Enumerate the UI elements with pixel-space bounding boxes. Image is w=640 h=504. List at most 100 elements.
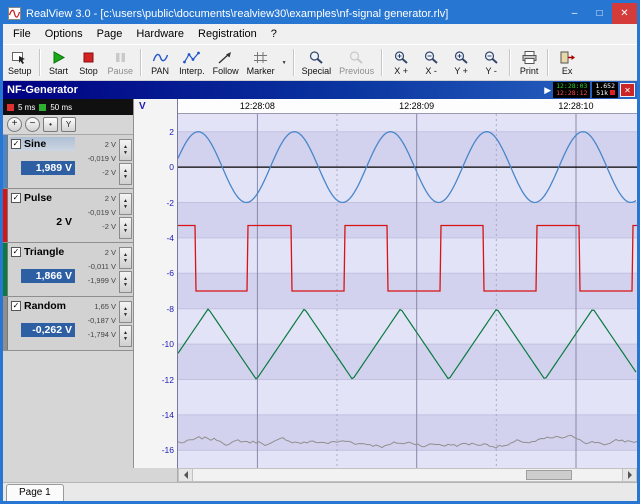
channel-checkbox[interactable]: ✓ [11, 301, 21, 311]
channel-value[interactable]: 1,866 V [21, 269, 75, 283]
toolbar-label: Pause [108, 66, 134, 76]
title-bar[interactable]: RealView 3.0 - [c:\users\public\document… [3, 3, 637, 24]
y-zoom-in-button[interactable]: Y + [446, 46, 476, 79]
marker-dropdown-button[interactable]: ▼ [279, 46, 290, 79]
chart-area: 12:28:0812:28:0912:28:10 [178, 99, 637, 468]
channel-row-sine[interactable]: ✓ Sine 1,989 V 2 V -0,019 V -2 V [3, 135, 133, 189]
play-icon[interactable]: ▶ [544, 86, 551, 95]
y-scale-button[interactable]: Y [61, 117, 76, 132]
scroll-right-button[interactable] [622, 469, 636, 481]
menu-file[interactable]: File [6, 26, 38, 42]
channel-name: Triangle [24, 246, 64, 258]
menu-page[interactable]: Page [90, 26, 130, 42]
tab-page-1[interactable]: Page 1 [6, 484, 64, 501]
toolbar-label: Special [302, 66, 332, 76]
zoom-in-button[interactable]: + [7, 117, 22, 132]
y-tick-label: -16 [162, 445, 174, 455]
special-button[interactable]: Special [298, 46, 336, 79]
spin-down-icon: ▼ [123, 228, 128, 234]
channel-checkbox[interactable]: ✓ [11, 193, 21, 203]
channel-range-values: 2 V -0,011 V -1,999 V [76, 243, 118, 296]
print-button[interactable]: Print [514, 46, 544, 79]
channel-row-random[interactable]: ✓ Random -0,262 V 1,65 V -0,187 V -1,794… [3, 297, 133, 351]
spin-fine-button[interactable]: ▲▼ [119, 271, 132, 293]
y-tick-label: 2 [169, 127, 174, 137]
exit-button[interactable]: Ex [552, 46, 582, 79]
zoom-out-button[interactable]: − [25, 117, 40, 132]
spin-coarse-button[interactable]: ▲▼ [119, 139, 132, 161]
channel-value[interactable]: -0,262 V [21, 323, 75, 337]
setup-button[interactable]: Setup [4, 46, 36, 79]
menu-hardware[interactable]: Hardware [129, 26, 191, 42]
toolbar-label: Y + [454, 66, 468, 76]
channel-checkbox[interactable]: ✓ [11, 247, 21, 257]
channel-spinner: ▲▼ ▲▼ [118, 135, 133, 188]
pause-icon [112, 50, 129, 65]
minimize-button[interactable]: – [562, 3, 587, 24]
panel-body: 5 ms 50 ms + − • Y ✓ [3, 99, 637, 468]
channel-mid-value: -0,011 V [76, 260, 116, 274]
bottom-row [3, 468, 637, 482]
arrow-left-icon [184, 471, 188, 479]
waveform-plot[interactable] [178, 114, 637, 468]
cursor-button[interactable]: • [43, 117, 58, 132]
channel-row-triangle[interactable]: ✓ Triangle 1,866 V 2 V -0,011 V -1,999 V [3, 243, 133, 297]
menu-options[interactable]: Options [38, 26, 90, 42]
spin-down-icon: ▼ [123, 204, 128, 210]
y-tick-label: -10 [162, 339, 174, 349]
spin-down-icon: ▼ [123, 258, 128, 264]
x-zoom-out-button[interactable]: X - [416, 46, 446, 79]
pan-button[interactable]: PAN [145, 46, 175, 79]
setup-icon [11, 50, 28, 65]
spin-coarse-button[interactable]: ▲▼ [119, 301, 132, 323]
toolbar-label: Previous [339, 66, 374, 76]
toolbar-label: Follow [213, 66, 239, 76]
panel-close-button[interactable]: ✕ [620, 83, 635, 97]
spin-coarse-button[interactable]: ▲▼ [119, 247, 132, 269]
close-button[interactable]: ✕ [612, 3, 637, 24]
spin-fine-button[interactable]: ▲▼ [119, 325, 132, 347]
follow-button[interactable]: Follow [209, 46, 243, 79]
minimize-icon: – [572, 8, 578, 19]
scrollbar-corner [3, 468, 178, 482]
maximize-button[interactable]: □ [587, 3, 612, 24]
previous-button[interactable]: Previous [335, 46, 378, 79]
timebase-fast-label: 5 ms [18, 103, 35, 112]
toolbar-separator [293, 49, 295, 76]
stop-button[interactable]: Stop [74, 46, 104, 79]
app-icon [8, 7, 21, 20]
menu-registration[interactable]: Registration [191, 26, 264, 42]
scrollbar-thumb[interactable] [526, 470, 572, 480]
scroll-left-button[interactable] [179, 469, 193, 481]
spin-down-icon: ▼ [123, 282, 128, 288]
check-icon: ✓ [13, 247, 20, 256]
toolbar-label: Ex [562, 66, 573, 76]
channel-header: ✓ Random [10, 299, 75, 313]
marker-button[interactable]: Marker [243, 46, 279, 79]
channel-range-values: 2 V -0,019 V -2 V [76, 189, 118, 242]
channel-row-pulse[interactable]: ✓ Pulse 2 V 2 V -0,019 V -2 V [3, 189, 133, 243]
spin-fine-button[interactable]: ▲▼ [119, 217, 132, 239]
spin-coarse-button[interactable]: ▲▼ [119, 193, 132, 215]
start-button[interactable]: Start [44, 46, 74, 79]
channel-mid-value: -0,187 V [76, 314, 116, 328]
channel-value[interactable]: 1,989 V [21, 161, 75, 175]
toolbar-label: X + [394, 66, 408, 76]
x-zoom-in-button[interactable]: X + [386, 46, 416, 79]
menu-help[interactable]: ? [264, 26, 284, 42]
pause-button[interactable]: Pause [104, 46, 138, 79]
interp-button[interactable]: Interp. [175, 46, 209, 79]
menu-bar: File Options Page Hardware Registration … [3, 24, 637, 44]
channel-min-value: -1,999 V [76, 274, 116, 288]
y-tick-label: -2 [166, 198, 174, 208]
channel-header: ✓ Sine [10, 137, 75, 151]
channel-value[interactable]: 2 V [21, 215, 75, 229]
print-icon [521, 50, 538, 65]
spin-fine-button[interactable]: ▲▼ [119, 163, 132, 185]
channel-value-row: -0,262 V [10, 320, 75, 338]
y-zoom-out-button[interactable]: Y - [476, 46, 506, 79]
panel-title: NF-Generator [7, 84, 78, 96]
channel-checkbox[interactable]: ✓ [11, 139, 21, 149]
horizontal-scrollbar[interactable] [178, 468, 637, 482]
panel-status-cluster: ▶ 12:28:03 12:28:12 1.652 51k ✕ [544, 82, 635, 98]
